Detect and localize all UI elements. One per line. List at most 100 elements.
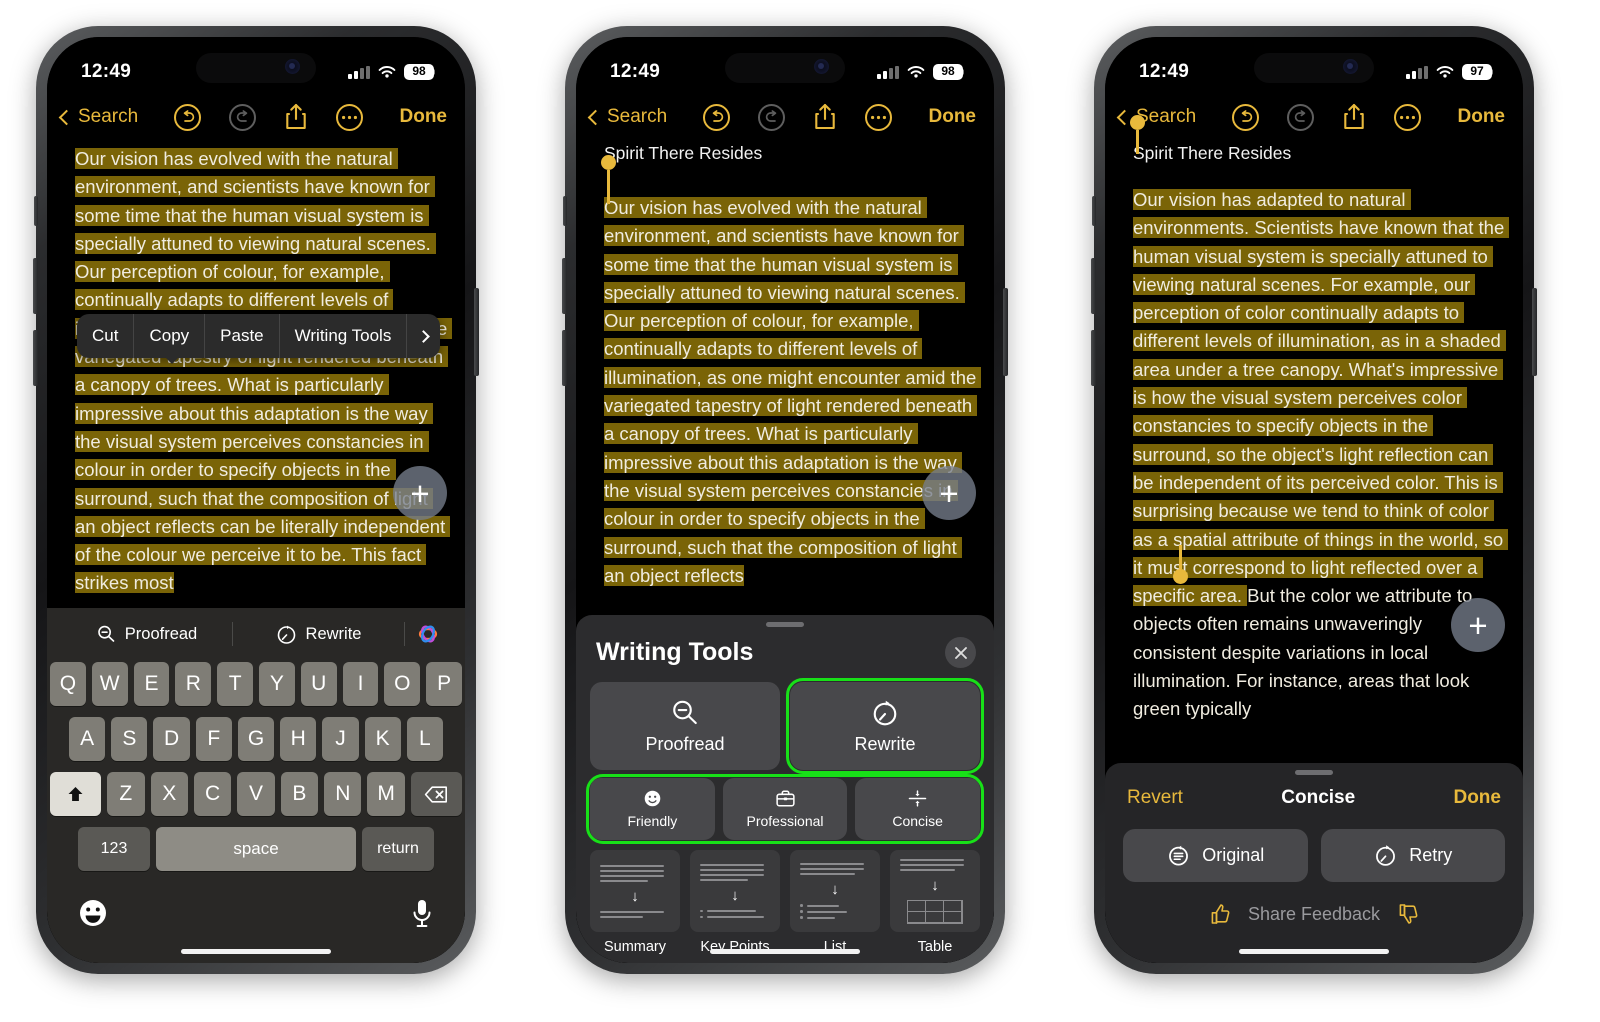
key-t[interactable]: T	[217, 662, 253, 706]
key-x[interactable]: X	[150, 772, 188, 816]
proofread-button[interactable]: Proofread	[590, 682, 780, 770]
space-key[interactable]: space	[156, 827, 356, 871]
power-button-2[interactable]	[1003, 288, 1008, 376]
key-h[interactable]: H	[280, 717, 317, 761]
menu-more-button[interactable]	[407, 314, 440, 358]
power-button-3[interactable]	[1532, 288, 1537, 376]
menu-item-cut[interactable]: Cut	[77, 314, 135, 358]
format-list-button[interactable]: ↓ List	[790, 850, 880, 955]
tone-concise-button[interactable]: Concise	[855, 778, 981, 840]
back-to-search-button-2[interactable]: Search	[587, 106, 667, 128]
emoji-icon[interactable]	[77, 897, 109, 929]
share-button[interactable]	[284, 103, 308, 131]
proofread-shortcut-button[interactable]: Proofread	[61, 624, 232, 644]
close-sheet-button[interactable]	[945, 637, 976, 668]
more-options-button-2[interactable]	[865, 103, 893, 131]
key-r[interactable]: R	[175, 662, 212, 706]
silent-switch-3[interactable]	[1092, 196, 1096, 226]
key-s[interactable]: S	[111, 717, 148, 761]
key-n[interactable]: N	[324, 772, 362, 816]
note-title-3: Spirit There Resides	[1133, 143, 1292, 163]
menu-item-copy[interactable]: Copy	[134, 314, 206, 358]
volume-down-button-2[interactable]	[562, 330, 567, 386]
redo-button-3[interactable]	[1287, 103, 1315, 131]
format-table-button[interactable]: ↓ Table	[890, 850, 980, 955]
power-button[interactable]	[474, 288, 479, 376]
menu-item-paste[interactable]: Paste	[205, 314, 280, 358]
format-summary-button[interactable]: ↓ Summary	[590, 850, 680, 955]
key-m[interactable]: M	[367, 772, 405, 816]
key-q[interactable]: Q	[50, 662, 86, 706]
back-to-search-button[interactable]: Search	[58, 106, 138, 128]
volume-up-button[interactable]	[33, 258, 38, 314]
undo-button[interactable]	[174, 103, 202, 131]
add-attachment-button-3[interactable]: +	[1451, 598, 1505, 652]
rewrite-result-sheet[interactable]: Revert Concise Done Original Retry Share…	[1105, 763, 1523, 963]
key-g[interactable]: G	[237, 717, 275, 761]
retry-button[interactable]: Retry	[1320, 829, 1505, 882]
key-y[interactable]: Y	[259, 662, 295, 706]
format-key-points-button[interactable]: ↓ Key Points	[690, 850, 780, 955]
key-k[interactable]: K	[364, 717, 401, 761]
key-l[interactable]: L	[406, 717, 443, 761]
done-button-3[interactable]: Done	[1458, 106, 1506, 128]
revert-button[interactable]: Revert	[1127, 787, 1183, 809]
add-attachment-button-1[interactable]: +	[393, 466, 447, 520]
key-v[interactable]: V	[237, 772, 275, 816]
selection-handle-start-2[interactable]	[601, 155, 616, 204]
volume-up-button-3[interactable]	[1091, 258, 1096, 314]
briefcase-icon	[775, 790, 795, 807]
back-to-search-button-3[interactable]: Search	[1116, 106, 1196, 128]
key-a[interactable]: A	[69, 717, 106, 761]
thumbs-down-icon[interactable]	[1396, 902, 1420, 926]
add-attachment-button-2[interactable]: +	[922, 466, 976, 520]
more-options-button-3[interactable]	[1394, 103, 1422, 131]
writing-tools-sheet[interactable]: Writing Tools Proofread Rewrite Friendly…	[576, 615, 994, 963]
undo-button-2[interactable]	[703, 103, 731, 131]
numbers-key[interactable]: 123	[78, 827, 150, 871]
key-c[interactable]: C	[193, 772, 232, 816]
dictation-microphone-icon[interactable]	[409, 897, 435, 929]
redo-button-2[interactable]	[758, 103, 786, 131]
key-j[interactable]: J	[322, 717, 359, 761]
result-done-button[interactable]: Done	[1453, 787, 1501, 809]
redo-button[interactable]	[229, 103, 257, 131]
text-context-menu[interactable]: Cut Copy Paste Writing Tools	[77, 314, 441, 358]
key-f[interactable]: F	[195, 717, 232, 761]
selection-handle-end-3[interactable]	[1173, 545, 1188, 584]
software-keyboard[interactable]: Proofread Rewrite Q W E R T Y U I O P A …	[47, 608, 465, 963]
return-key[interactable]: return	[362, 827, 434, 871]
share-button-3[interactable]	[1342, 103, 1366, 131]
volume-up-button-2[interactable]	[562, 258, 567, 314]
key-d[interactable]: D	[153, 717, 190, 761]
share-button-2[interactable]	[813, 103, 837, 131]
shift-key[interactable]	[49, 772, 102, 816]
key-b[interactable]: B	[280, 772, 319, 816]
key-z[interactable]: Z	[107, 772, 145, 816]
key-i[interactable]: I	[342, 662, 379, 706]
silent-switch[interactable]	[34, 196, 38, 226]
tone-friendly-button[interactable]: Friendly	[590, 778, 715, 840]
tone-professional-button[interactable]: Professional	[722, 778, 848, 840]
silent-switch-2[interactable]	[563, 196, 567, 226]
chevron-left-icon	[58, 109, 75, 125]
key-w[interactable]: W	[91, 662, 128, 706]
volume-down-button-3[interactable]	[1091, 330, 1096, 386]
share-feedback-label[interactable]: Share Feedback	[1248, 904, 1380, 925]
menu-item-writing-tools[interactable]: Writing Tools	[280, 314, 408, 358]
volume-down-button[interactable]	[33, 330, 38, 386]
key-o[interactable]: O	[384, 662, 421, 706]
more-options-button[interactable]	[336, 103, 364, 131]
thumbs-up-icon[interactable]	[1208, 902, 1232, 926]
show-original-button[interactable]: Original	[1123, 829, 1308, 882]
key-u[interactable]: U	[300, 662, 337, 706]
done-button[interactable]: Done	[400, 106, 448, 128]
done-button-2[interactable]: Done	[929, 106, 977, 128]
rewrite-button[interactable]: Rewrite	[786, 678, 984, 774]
backspace-key[interactable]	[410, 772, 463, 816]
rewrite-shortcut-button[interactable]: Rewrite	[233, 624, 404, 645]
key-p[interactable]: P	[426, 662, 462, 706]
undo-button-3[interactable]	[1232, 103, 1260, 131]
key-e[interactable]: E	[133, 662, 170, 706]
apple-intelligence-icon[interactable]	[405, 621, 451, 647]
